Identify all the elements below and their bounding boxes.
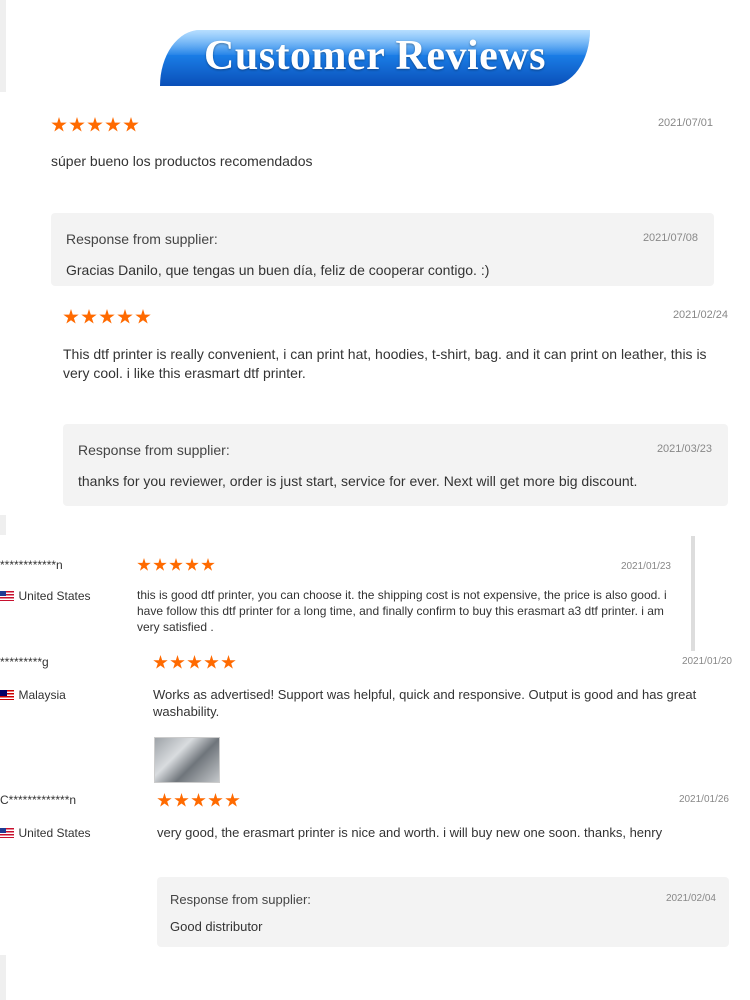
review-date: 2021/02/24: [672, 309, 728, 321]
page-edge-strip: [0, 0, 6, 92]
star-icon: [157, 793, 172, 807]
star-icon: [99, 309, 115, 324]
malaysia-flag-icon: [0, 689, 14, 700]
reviewer-name: C*************n: [0, 793, 77, 807]
country-label: United States: [18, 589, 91, 603]
star-icon: [153, 655, 168, 669]
us-flag-icon: [0, 827, 14, 838]
country-label: United States: [18, 826, 91, 840]
star-icon: [51, 117, 67, 132]
star-icon: [105, 117, 121, 132]
star-icon: [187, 655, 202, 669]
supplier-response: Response from supplier: 2021/02/04 Good …: [157, 877, 729, 947]
reviewer-name: *********g: [0, 655, 49, 669]
star-icon: [137, 558, 151, 571]
page-edge-strip: [0, 515, 6, 535]
scrollbar-divider: [691, 536, 695, 651]
star-icon: [117, 309, 133, 324]
country-label: Malaysia: [18, 688, 66, 702]
review-text: very good, the erasmart printer is nice …: [157, 825, 663, 840]
star-icon: [169, 558, 183, 571]
us-flag-icon: [0, 590, 14, 601]
star-icon: [208, 793, 223, 807]
star-icon: [153, 558, 167, 571]
star-icon: [221, 655, 236, 669]
response-text: Gracias Danilo, que tengas un buen día, …: [66, 262, 490, 278]
response-label: Response from supplier:: [78, 442, 230, 458]
star-icon: [185, 558, 199, 571]
star-icon: [63, 309, 79, 324]
star-icon: [170, 655, 185, 669]
star-icon: [81, 309, 97, 324]
star-icon: [87, 117, 103, 132]
review-text: súper bueno los productos recomendados: [51, 153, 313, 169]
page-title: Customer Reviews: [204, 33, 546, 79]
customer-reviews-banner: Customer Reviews: [160, 30, 590, 86]
review-text: this is good dtf printer, you can choose…: [137, 588, 667, 634]
star-icon: [135, 309, 151, 324]
rating-stars: [51, 117, 139, 133]
star-icon: [204, 655, 219, 669]
supplier-response: Response from supplier: 2021/03/23 thank…: [63, 424, 728, 506]
review-date: 2021/01/23: [620, 561, 671, 572]
response-text: Good distributor: [170, 919, 263, 934]
response-label: Response from supplier:: [170, 892, 311, 907]
review-date: 2021/01/26: [678, 794, 729, 805]
review-text: This dtf printer is really convenient, i…: [63, 346, 707, 381]
reviewer-name: ************n: [0, 558, 63, 572]
response-date: 2021/02/04: [665, 893, 716, 904]
response-date: 2021/03/23: [656, 443, 712, 455]
reviewer-country: Malaysia: [0, 686, 66, 704]
reviewer-country: United States: [0, 587, 91, 605]
review-date: 2021/07/01: [657, 117, 713, 129]
review-photo-thumbnail[interactable]: [154, 737, 220, 783]
star-icon: [225, 793, 240, 807]
review-text: Works as advertised! Support was helpful…: [153, 687, 697, 719]
star-icon: [123, 117, 139, 132]
star-icon: [201, 558, 215, 571]
response-date: 2021/07/08: [642, 232, 698, 244]
star-icon: [191, 793, 206, 807]
response-label: Response from supplier:: [66, 231, 218, 247]
page-edge-strip: [0, 955, 6, 1000]
rating-stars: [63, 309, 151, 325]
star-icon: [174, 793, 189, 807]
rating-stars: [153, 655, 236, 670]
rating-stars: [137, 558, 215, 572]
supplier-response: Response from supplier: 2021/07/08 Graci…: [51, 213, 714, 286]
review-date: 2021/01/20: [681, 656, 732, 667]
star-icon: [69, 117, 85, 132]
reviewer-country: United States: [0, 824, 91, 842]
rating-stars: [157, 793, 240, 808]
response-text: thanks for you reviewer, order is just s…: [78, 473, 638, 489]
